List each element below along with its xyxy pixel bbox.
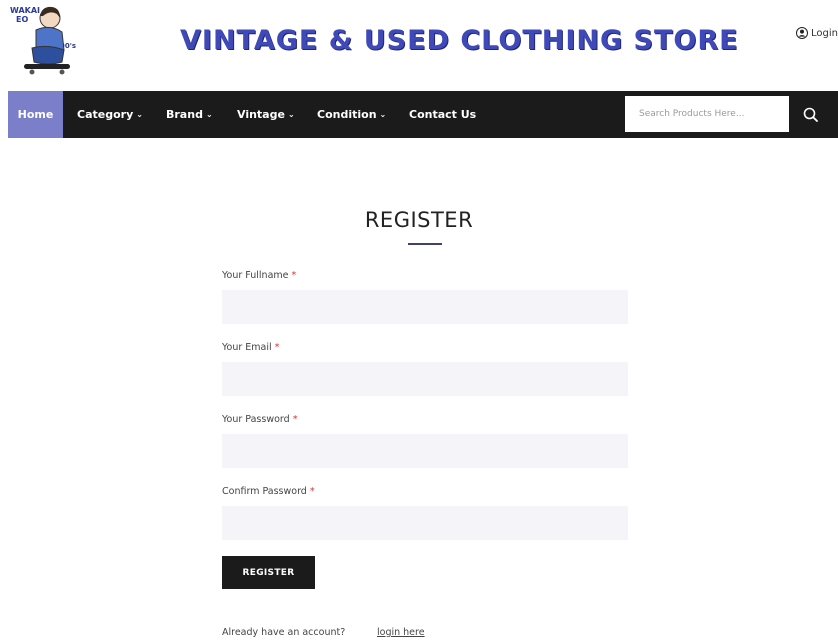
svg-text:WAKAI: WAKAI: [10, 6, 40, 15]
label-text: Your Fullname: [222, 270, 289, 281]
confirm-password-label: Confirm Password *: [222, 486, 315, 497]
password-label: Your Password *: [222, 414, 297, 425]
label-text: Your Password: [222, 414, 290, 425]
required-mark: *: [309, 486, 315, 497]
register-button[interactable]: REGISTER: [222, 556, 315, 589]
search-input[interactable]: [625, 96, 789, 132]
nav-item-vintage[interactable]: Vintage ⌄: [237, 91, 295, 138]
label-text: Confirm Password: [222, 486, 307, 497]
site-header: WAKAI EO 90's VINTAGE & USED CLOTHING ST…: [0, 0, 838, 91]
confirm-password-input[interactable]: [222, 506, 628, 540]
chevron-down-icon: ⌄: [379, 110, 387, 119]
title-underline: [408, 243, 442, 245]
store-title: VINTAGE & USED CLOTHING STORE: [180, 25, 739, 56]
password-input[interactable]: [222, 434, 628, 468]
search-icon[interactable]: [800, 104, 822, 126]
login-label: Login: [811, 27, 838, 39]
nav-item-home[interactable]: Home: [8, 91, 63, 138]
nav-label: Category: [77, 108, 134, 121]
chevron-down-icon: ⌄: [287, 110, 295, 119]
nav-label: Brand: [166, 108, 203, 121]
nav-label: Vintage: [237, 108, 285, 121]
fullname-input[interactable]: [222, 290, 628, 324]
required-mark: *: [291, 270, 297, 281]
label-text: Your Email: [222, 342, 272, 353]
svg-text:EO: EO: [16, 15, 28, 24]
required-mark: *: [274, 342, 280, 353]
nav-label: Condition: [317, 108, 377, 121]
store-logo[interactable]: WAKAI EO 90's: [10, 4, 80, 76]
chevron-down-icon: ⌄: [136, 110, 143, 119]
user-circle-icon: [796, 27, 809, 39]
nav-item-contact-us[interactable]: Contact Us: [409, 91, 476, 138]
login-here-link[interactable]: login here: [377, 627, 425, 638]
already-have-account-text: Already have an account?: [222, 627, 346, 638]
nav-item-condition[interactable]: Condition ⌄: [317, 91, 386, 138]
nav-item-brand[interactable]: Brand ⌄: [166, 91, 213, 138]
main-nav: Home Category ⌄ Brand ⌄ Vintage ⌄ Condition…: [8, 91, 838, 138]
fullname-label: Your Fullname *: [222, 270, 296, 281]
nav-item-category[interactable]: Category ⌄: [77, 91, 143, 138]
required-mark: *: [292, 414, 298, 425]
email-label: Your Email *: [222, 342, 279, 353]
chevron-down-icon: ⌄: [205, 110, 213, 119]
login-link[interactable]: Login: [796, 27, 838, 39]
email-input[interactable]: [222, 362, 628, 396]
page-title: REGISTER: [364, 208, 474, 232]
